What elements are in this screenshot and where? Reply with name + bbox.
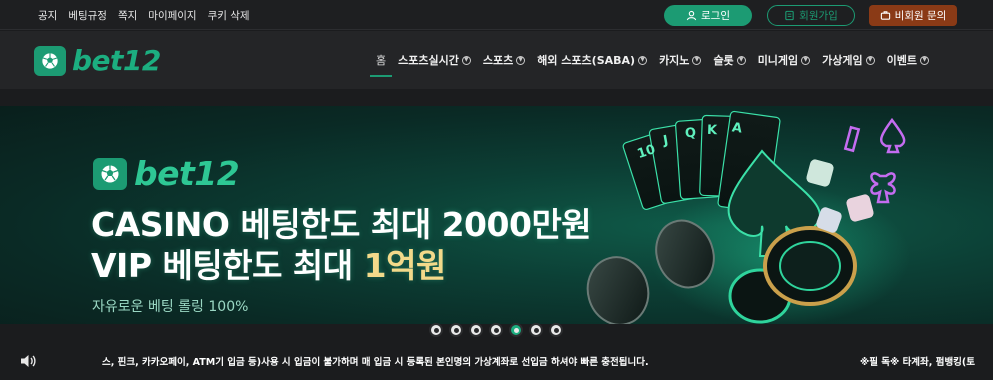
svg-text:Q: Q xyxy=(685,126,697,142)
card-suits xyxy=(843,117,906,204)
nav-item-label: 해외 스포츠(SABA) xyxy=(537,54,636,67)
nav-item-home[interactable]: 홈 xyxy=(370,31,393,89)
top-links: 공지 베팅규정 쪽지 마이페이지 쿠키 삭제 xyxy=(38,8,250,23)
nav-item-live-sports[interactable]: 스포츠실시간 ▼ xyxy=(392,31,477,89)
join-label: 회원가입 xyxy=(799,10,838,22)
slide-dot-6[interactable] xyxy=(529,323,543,337)
slide-dot-3[interactable] xyxy=(469,323,483,337)
chevron-down-icon: ▼ xyxy=(920,55,930,65)
soccer-ball-icon xyxy=(34,45,66,76)
chevron-down-icon: ▼ xyxy=(638,55,648,65)
slide-dot-5[interactable] xyxy=(509,323,523,337)
nav-item-casino[interactable]: 카지노 ▼ xyxy=(653,31,707,89)
nav-item-label: 미니게임 xyxy=(757,54,799,67)
notice-ticker: 스, 핀크, 카카오페이, ATM기 입금 등)사용 시 입금이 불가하며 매 … xyxy=(0,342,993,380)
nav-item-minigame[interactable]: 미니게임 ▼ xyxy=(752,31,816,89)
top-bar: 공지 베팅규정 쪽지 마이페이지 쿠키 삭제 로그인 회원가입 비회원 문의 xyxy=(0,0,993,30)
nav-item-label: 카지노 xyxy=(659,54,690,67)
chevron-down-icon: ▼ xyxy=(801,55,811,65)
guest-inquiry-label: 비회원 문의 xyxy=(894,10,947,22)
nav-item-event[interactable]: 이벤트 ▼ xyxy=(881,31,935,89)
svg-text:K: K xyxy=(707,123,719,138)
speaker-icon xyxy=(21,355,36,367)
top-link-notice[interactable]: 공지 xyxy=(38,8,57,23)
join-button[interactable]: 회원가입 xyxy=(767,5,855,26)
nav-item-virtual-game[interactable]: 가상게임 ▼ xyxy=(816,31,880,89)
login-button[interactable]: 로그인 xyxy=(664,5,752,26)
nav-item-label: 스포츠실시간 xyxy=(398,54,459,67)
nav-item-slot[interactable]: 슬롯 ▼ xyxy=(707,31,751,89)
chevron-down-icon: ▼ xyxy=(736,55,746,65)
top-link-clear-cookies[interactable]: 쿠키 삭제 xyxy=(208,8,250,23)
banner-logo-text: bet12 xyxy=(134,154,240,193)
banner-subtitle: 자유로운 베팅 롤링 100% xyxy=(92,299,249,315)
chevron-down-icon: ▼ xyxy=(692,55,702,65)
hero-banner[interactable]: 10 J Q K A bet12 CASINO 베팅한도 최대 2000만원 V… xyxy=(0,89,993,342)
nav-item-label: 이벤트 xyxy=(886,54,918,67)
top-link-messages[interactable]: 쪽지 xyxy=(118,8,137,23)
banner-headline-2-prefix: VIP 베팅한도 최대 xyxy=(91,246,364,285)
form-icon xyxy=(785,10,794,21)
nav-item-sports[interactable]: 스포츠 ▼ xyxy=(477,31,531,89)
nav-item-label: 가상게임 xyxy=(822,54,863,67)
banner-slide: 10 J Q K A bet12 CASINO 베팅한도 최대 2000만원 V… xyxy=(0,106,993,324)
svg-text:A: A xyxy=(731,120,743,136)
banner-logo: bet12 xyxy=(93,154,240,193)
main-navbar: bet12 홈 스포츠실시간 ▼ 스포츠 ▼ 해외 스포츠(SABA) ▼ 카지… xyxy=(0,31,993,89)
nav-item-label: 홈 xyxy=(376,54,387,67)
top-link-betting-rules[interactable]: 베팅규정 xyxy=(68,8,107,23)
user-icon xyxy=(686,10,697,21)
guest-inquiry-button[interactable]: 비회원 문의 xyxy=(869,5,957,26)
chevron-down-icon: ▼ xyxy=(516,55,526,65)
slide-dot-1[interactable] xyxy=(429,323,443,337)
logo-text: bet12 xyxy=(72,44,161,77)
nav-item-overseas-sports[interactable]: 해외 스포츠(SABA) ▼ xyxy=(531,31,653,89)
nav-item-label: 스포츠 xyxy=(482,54,514,67)
nav-item-label: 슬롯 xyxy=(713,54,734,67)
login-label: 로그인 xyxy=(701,10,730,22)
chevron-down-icon: ▼ xyxy=(865,55,875,65)
banner-headline-2-highlight: 1억원 xyxy=(363,246,447,285)
slider-pagination xyxy=(429,323,563,337)
slide-dot-4[interactable] xyxy=(489,323,503,337)
chevron-down-icon: ▼ xyxy=(461,55,471,65)
slide-dot-7[interactable] xyxy=(549,323,563,337)
soccer-ball-icon xyxy=(93,157,127,190)
ticker-text: 스, 핀크, 카카오페이, ATM기 입금 등)사용 시 입금이 불가하며 매 … xyxy=(102,357,649,368)
main-nav: 홈 스포츠실시간 ▼ 스포츠 ▼ 해외 스포츠(SABA) ▼ 카지노 ▼ 슬롯… xyxy=(370,31,935,89)
top-link-mypage[interactable]: 마이페이지 xyxy=(148,8,196,23)
banner-headline-2: VIP 베팅한도 최대 1억원 xyxy=(91,239,446,287)
site-logo[interactable]: bet12 xyxy=(34,44,161,77)
ticker-text-right: ※필 독※ 타계좌, 펌뱅킹(토 xyxy=(860,357,976,368)
briefcase-icon xyxy=(880,11,890,20)
slide-dot-2[interactable] xyxy=(449,323,463,337)
